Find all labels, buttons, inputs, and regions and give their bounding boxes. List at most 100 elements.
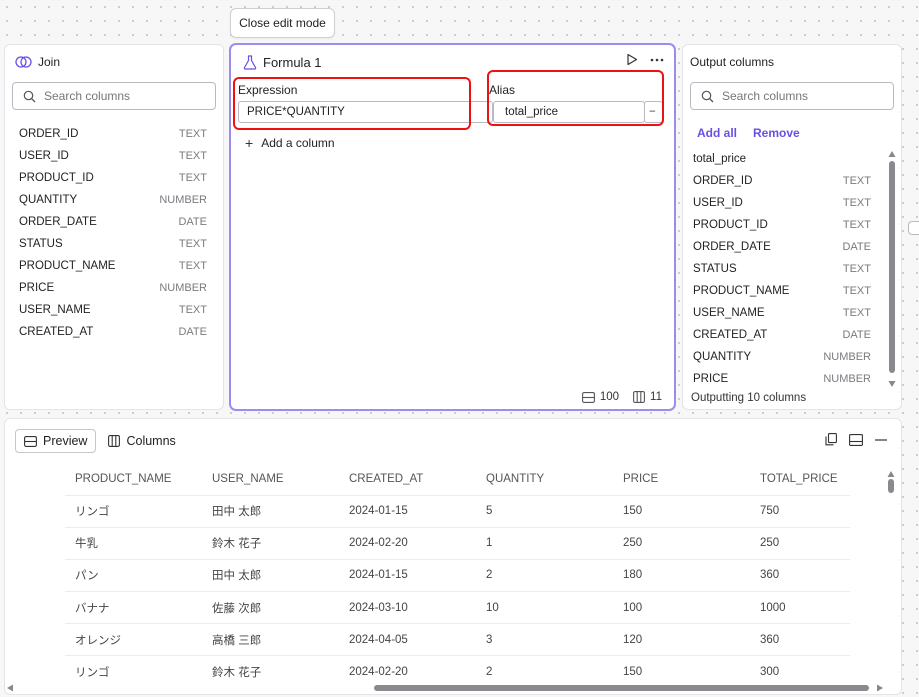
table-cell: 高橋 三郎 xyxy=(202,623,339,656)
add-all-button[interactable]: Add all xyxy=(697,126,737,140)
column-name: PRODUCT_ID xyxy=(19,172,94,184)
column-type: TEXT xyxy=(178,304,207,316)
list-item[interactable]: PRODUCT_ID TEXT xyxy=(683,214,891,236)
join-panel: Join Search columns ORDER_ID TEXT USER_ID T… xyxy=(4,44,224,410)
tab-columns[interactable]: Columns xyxy=(100,429,183,453)
table-cell: 5 xyxy=(476,494,613,528)
column-name: STATUS xyxy=(693,263,737,275)
formula-title: Formula 1 xyxy=(263,55,322,70)
list-item[interactable]: PRICE NUMBER xyxy=(683,368,891,390)
list-item[interactable]: CREATED_AT DATE xyxy=(5,321,223,343)
join-column-list: ORDER_ID TEXT USER_ID TEXT PRODUCT_ID TEXT QUA… xyxy=(5,123,223,343)
table-body: リンゴ 田中 太郎 2024-01-15 5 150 750 牛乳 鈴木 花子 2024-02-… xyxy=(65,494,850,689)
minimize-icon[interactable] xyxy=(875,438,887,441)
table-cell: 1000 xyxy=(750,591,850,624)
preview-table: PRODUCT_NAME USER_NAME CREATED_AT QUANTITY P… xyxy=(65,463,850,689)
output-columns-panel: Output columns Search columns Add all Re… xyxy=(682,44,902,410)
preview-horizontal-scrollbar[interactable] xyxy=(5,682,901,694)
column-name: PRICE xyxy=(693,373,729,385)
add-column-label: Add a column xyxy=(261,136,335,150)
column-type: NUMBER xyxy=(823,373,871,385)
list-item[interactable]: ORDER_ID TEXT xyxy=(683,170,891,192)
preview-panel: Preview Columns PRODUCT_NAME USER_NAME CRE… xyxy=(4,418,902,695)
column-type: TEXT xyxy=(178,238,207,250)
tab-preview[interactable]: Preview xyxy=(15,429,97,453)
table-cell: 100 xyxy=(613,591,750,624)
column-name: USER_NAME xyxy=(693,307,765,319)
preview-tabbar: Preview Columns xyxy=(15,429,184,453)
output-column-list: total_price ORDER_ID TEXT USER_ID TEXT PRODUC… xyxy=(683,148,891,390)
column-type: TEXT xyxy=(178,172,207,184)
column-name: USER_NAME xyxy=(19,304,91,316)
table-icon xyxy=(24,435,37,447)
list-item[interactable]: QUANTITY NUMBER xyxy=(5,189,223,211)
column-header[interactable]: CREATED_AT xyxy=(339,463,476,495)
list-item[interactable]: USER_NAME TEXT xyxy=(683,302,891,324)
list-item[interactable]: CREATED_AT DATE xyxy=(683,324,891,346)
list-item[interactable]: QUANTITY NUMBER xyxy=(683,346,891,368)
column-name: ORDER_ID xyxy=(19,128,79,140)
column-type: TEXT xyxy=(178,260,207,272)
column-type: TEXT xyxy=(842,263,871,275)
column-type: DATE xyxy=(842,241,871,253)
search-icon xyxy=(701,90,714,103)
column-name: PRODUCT_ID xyxy=(693,219,768,231)
column-type: DATE xyxy=(178,326,207,338)
table-row: 牛乳 鈴木 花子 2024-02-20 1 250 250 xyxy=(65,526,850,560)
run-icon[interactable] xyxy=(626,53,638,66)
table-cell: 10 xyxy=(476,591,613,624)
column-header[interactable]: PRICE xyxy=(613,463,750,495)
list-item[interactable]: STATUS TEXT xyxy=(5,233,223,255)
table-cell: 2024-02-20 xyxy=(339,526,476,560)
list-item[interactable]: USER_ID TEXT xyxy=(5,145,223,167)
join-search-input[interactable]: Search columns xyxy=(12,82,216,110)
column-type: NUMBER xyxy=(823,351,871,363)
add-column-button[interactable]: + Add a column xyxy=(245,135,335,151)
table-cell: 3 xyxy=(476,623,613,656)
column-type: NUMBER xyxy=(159,282,207,294)
list-item[interactable]: PRICE NUMBER xyxy=(5,277,223,299)
column-header[interactable]: PRODUCT_NAME xyxy=(65,463,202,495)
table-cell: 田中 太郎 xyxy=(202,558,339,592)
list-item[interactable]: ORDER_ID TEXT xyxy=(5,123,223,145)
more-options-icon[interactable] xyxy=(650,58,664,62)
list-item[interactable]: STATUS TEXT xyxy=(683,258,891,280)
list-item[interactable]: USER_NAME TEXT xyxy=(5,299,223,321)
preview-vertical-scrollbar[interactable] xyxy=(887,471,895,676)
table-cell: 2024-03-10 xyxy=(339,591,476,624)
formula-actions xyxy=(626,53,664,66)
table-cell: 田中 太郎 xyxy=(202,494,339,528)
column-name: total_price xyxy=(693,153,747,165)
column-name: USER_ID xyxy=(19,150,69,162)
list-item[interactable]: PRODUCT_NAME TEXT xyxy=(683,280,891,302)
close-edit-mode-button[interactable]: Close edit mode xyxy=(230,8,335,38)
join-search-placeholder: Search columns xyxy=(44,89,131,103)
list-item[interactable]: ORDER_DATE DATE xyxy=(5,211,223,233)
copy-icon[interactable] xyxy=(825,433,837,446)
list-item[interactable]: total_price xyxy=(683,148,891,170)
tab-preview-label: Preview xyxy=(43,434,88,448)
output-scrollbar[interactable] xyxy=(888,149,896,389)
table-cell: 佐藤 次郎 xyxy=(202,591,339,624)
panel-layout-icon[interactable] xyxy=(849,433,863,446)
remove-button[interactable]: Remove xyxy=(753,126,800,140)
list-item[interactable]: PRODUCT_NAME TEXT xyxy=(5,255,223,277)
column-type: TEXT xyxy=(178,150,207,162)
column-name: ORDER_DATE xyxy=(693,241,771,253)
column-name: USER_ID xyxy=(693,197,743,209)
list-item[interactable]: USER_ID TEXT xyxy=(683,192,891,214)
column-type: TEXT xyxy=(842,285,871,297)
list-item[interactable]: PRODUCT_ID TEXT xyxy=(5,167,223,189)
table-cell: 360 xyxy=(750,623,850,656)
column-type: DATE xyxy=(842,329,871,341)
list-item[interactable]: ORDER_DATE DATE xyxy=(683,236,891,258)
join-panel-header: Join xyxy=(15,55,60,69)
output-search-input[interactable]: Search columns xyxy=(690,82,894,110)
columns-icon xyxy=(633,391,645,403)
column-header[interactable]: USER_NAME xyxy=(202,463,339,495)
panel-resize-handle[interactable] xyxy=(908,221,919,235)
column-name: CREATED_AT xyxy=(19,326,94,338)
column-header[interactable]: QUANTITY xyxy=(476,463,613,495)
column-type: TEXT xyxy=(842,175,871,187)
column-header[interactable]: TOTAL_PRICE xyxy=(750,463,850,495)
